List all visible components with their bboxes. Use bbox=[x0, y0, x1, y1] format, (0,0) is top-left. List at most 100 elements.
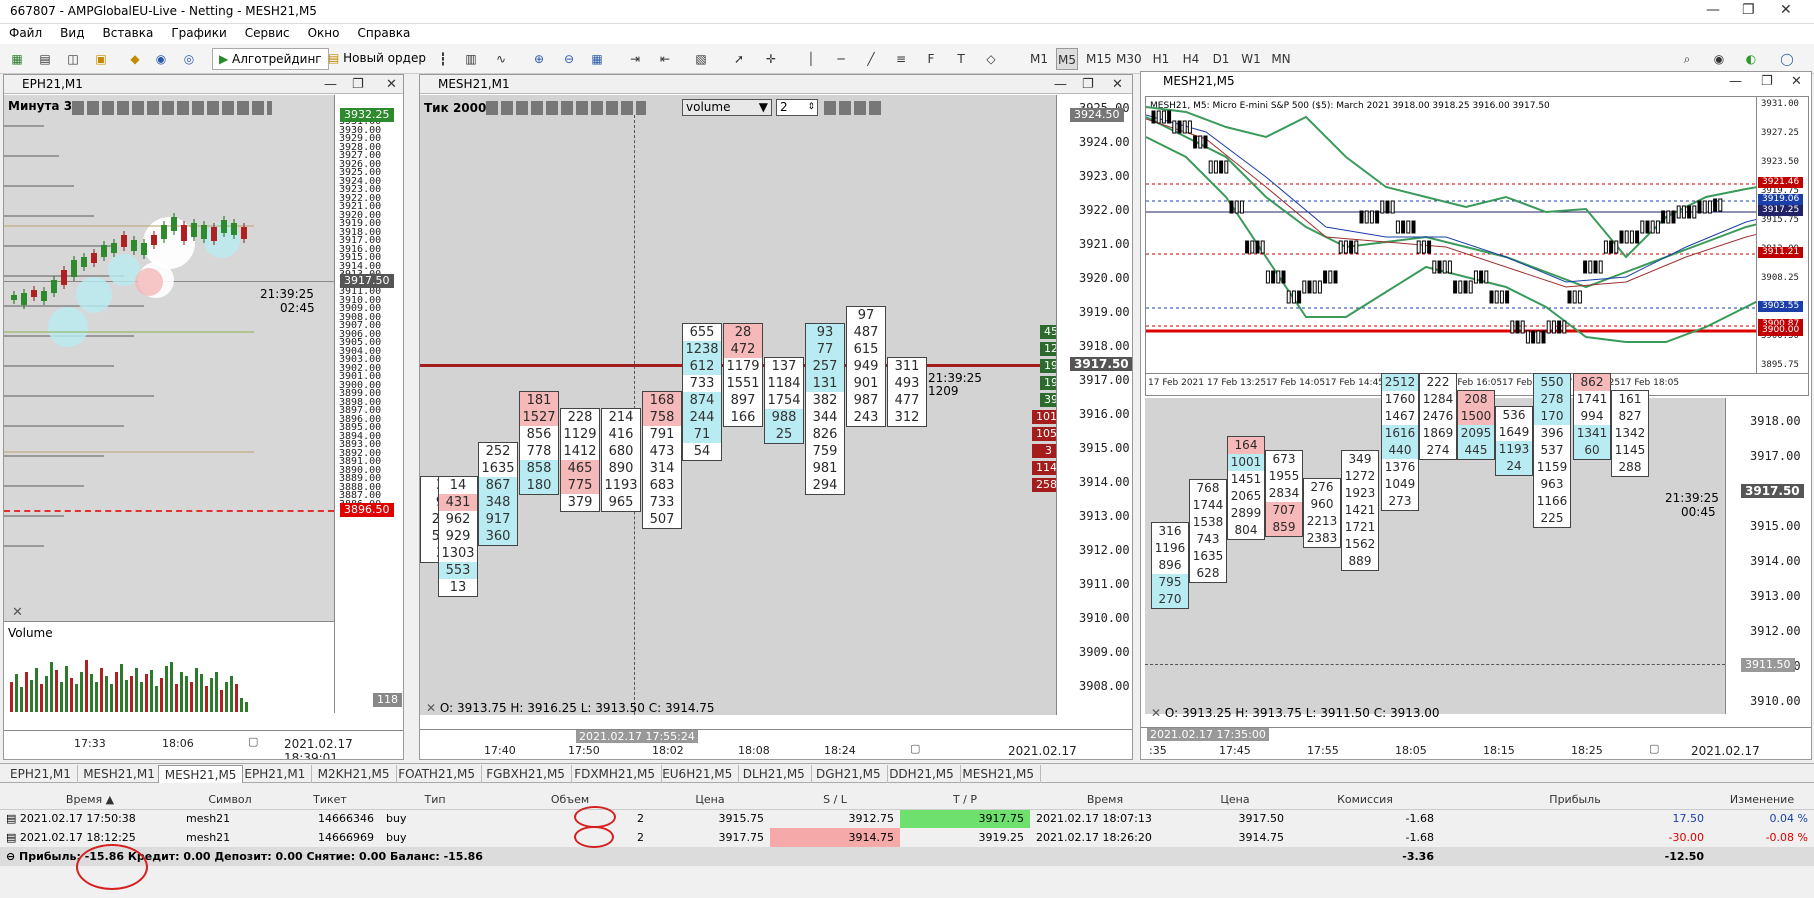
column-header[interactable]: Время ▲ bbox=[0, 790, 180, 810]
tools-icon[interactable]: ✕ bbox=[12, 605, 23, 620]
tf-h4[interactable]: H4 bbox=[1180, 48, 1202, 70]
close-icon[interactable]: ✕ bbox=[386, 75, 397, 94]
count-stepper[interactable]: 2 ⇕ bbox=[776, 99, 818, 116]
account-icon[interactable]: ◉ bbox=[1708, 48, 1730, 70]
menu-tools[interactable]: Сервис bbox=[236, 24, 299, 42]
chart-tab[interactable]: DGH21,M5 bbox=[810, 765, 888, 783]
column-header[interactable]: S / L bbox=[770, 790, 900, 810]
tools-icon[interactable]: ✕ bbox=[426, 701, 440, 715]
market-watch-icon[interactable]: ▣ bbox=[90, 48, 112, 70]
tf-m5[interactable]: M5 bbox=[1056, 48, 1078, 70]
checkbox-icon[interactable]: ▢ bbox=[910, 742, 920, 755]
profiles-icon[interactable]: ▤ bbox=[34, 48, 56, 70]
tf-m15[interactable]: M15 bbox=[1086, 48, 1112, 70]
restore-icon[interactable]: ❐ bbox=[352, 75, 364, 94]
minimize-icon[interactable]: — bbox=[1054, 75, 1067, 94]
menu-view[interactable]: Вид bbox=[51, 24, 93, 42]
checkbox-icon[interactable]: ▢ bbox=[248, 735, 258, 748]
column-header[interactable]: Тикет bbox=[280, 790, 380, 810]
tf-m1[interactable]: M1 bbox=[1028, 48, 1050, 70]
signals-icon[interactable]: ◎ bbox=[178, 48, 200, 70]
bar-chart-icon[interactable]: ┇ bbox=[432, 48, 454, 70]
chart-tab[interactable]: EPH21,M1 bbox=[4, 765, 78, 783]
column-header[interactable]: Тип bbox=[380, 790, 490, 810]
crosshair-icon[interactable]: ✛ bbox=[760, 48, 782, 70]
tf-m30[interactable]: M30 bbox=[1116, 48, 1142, 70]
minimize-icon[interactable]: — bbox=[324, 75, 337, 94]
tf-w1[interactable]: W1 bbox=[1240, 48, 1262, 70]
minimize-icon[interactable]: — bbox=[1706, 2, 1720, 18]
checkbox-icon[interactable]: ▢ bbox=[1649, 742, 1659, 755]
column-header[interactable]: Объем bbox=[490, 790, 650, 810]
menu-charts[interactable]: Графики bbox=[162, 24, 235, 42]
new-order-button[interactable]: ▤ Новый ордер bbox=[322, 48, 432, 70]
chart-tab[interactable]: DLH21,M5 bbox=[737, 765, 812, 783]
restore-icon[interactable]: ❐ bbox=[1082, 75, 1094, 94]
table-row[interactable]: ▤ 2021.02.17 18:12:25 mesh21 14666969 buy 2 3… bbox=[0, 828, 1814, 847]
column-header[interactable]: Изменение bbox=[1710, 790, 1814, 810]
line-chart-icon[interactable]: ∿ bbox=[490, 48, 512, 70]
column-header[interactable]: Прибыль bbox=[1440, 790, 1710, 810]
menu-insert[interactable]: Вставка bbox=[93, 24, 162, 42]
chart-tab[interactable]: MESH21,M1 bbox=[77, 765, 162, 783]
autoscroll-icon[interactable]: ⇥ bbox=[624, 48, 646, 70]
zoom-in-icon[interactable]: ⊕ bbox=[528, 48, 550, 70]
chart-tab[interactable]: FGBXH21,M5 bbox=[480, 765, 572, 783]
maximize-icon[interactable]: ❐ bbox=[1742, 2, 1755, 18]
cursor-icon[interactable]: ➚ bbox=[728, 48, 750, 70]
menu-help[interactable]: Справка bbox=[349, 24, 420, 42]
candles-icon[interactable]: ▥ bbox=[460, 48, 482, 70]
tools-icon[interactable]: ✕ bbox=[1151, 706, 1165, 720]
chart-tab[interactable]: M2KH21,M5 bbox=[312, 765, 397, 783]
zoom-out-icon[interactable]: ⊖ bbox=[558, 48, 580, 70]
column-header[interactable]: T / P bbox=[900, 790, 1030, 810]
column-header[interactable]: Цена bbox=[650, 790, 770, 810]
close-icon[interactable]: ✕ bbox=[1791, 72, 1802, 91]
tf-h1[interactable]: H1 bbox=[1150, 48, 1172, 70]
templates-icon[interactable]: ◫ bbox=[62, 48, 84, 70]
minimize-icon[interactable]: — bbox=[1729, 72, 1742, 91]
menu-file[interactable]: Файл bbox=[0, 24, 51, 42]
navigator-icon[interactable]: ◉ bbox=[150, 48, 172, 70]
signal-icon[interactable]: ◯ bbox=[1776, 48, 1798, 70]
shapes-icon[interactable]: ◇ bbox=[980, 48, 1002, 70]
column-header[interactable]: Комиссия bbox=[1290, 790, 1440, 810]
algo-trading-button[interactable]: ▶ Алготрейдинг bbox=[212, 48, 329, 70]
channel-icon[interactable]: ≡ bbox=[890, 48, 912, 70]
data-window-icon[interactable]: ◆ bbox=[124, 48, 146, 70]
chart-tab[interactable]: MESH21,M5 bbox=[157, 765, 244, 783]
chart-tab[interactable]: FDXMH21,M5 bbox=[568, 765, 662, 783]
table-row[interactable]: ▤ 2021.02.17 17:50:38 mesh21 14666346 buy 2 3… bbox=[0, 809, 1814, 828]
search-icon[interactable]: ⌕ bbox=[1676, 48, 1698, 70]
chart-tab[interactable]: DDH21,M5 bbox=[883, 765, 961, 783]
horizontal-line-icon[interactable]: ─ bbox=[830, 48, 852, 70]
fibo-icon[interactable]: F bbox=[920, 48, 942, 70]
column-header[interactable]: Цена bbox=[1180, 790, 1290, 810]
lvl-icon[interactable]: ◐ bbox=[1740, 48, 1762, 70]
close-icon[interactable]: ✕ bbox=[1112, 75, 1123, 94]
tile-icon[interactable]: ▦ bbox=[586, 48, 608, 70]
close-icon[interactable]: ✕ bbox=[1780, 2, 1792, 18]
cluster-cell: 768 bbox=[1196, 481, 1220, 495]
collapse-icon[interactable]: ⊖ bbox=[6, 850, 19, 863]
vertical-line-icon[interactable]: │ bbox=[800, 48, 822, 70]
column-header[interactable]: Время bbox=[1030, 790, 1180, 810]
chart-shift-icon[interactable]: ⇤ bbox=[654, 48, 676, 70]
text-icon[interactable]: T bbox=[950, 48, 972, 70]
embedded-chart[interactable]: MESH21, M5: Micro E-mini S&P 500 ($5): M… bbox=[1145, 96, 1809, 396]
trendline-icon[interactable]: ╱ bbox=[860, 48, 882, 70]
indicators-icon[interactable]: ▧ bbox=[690, 48, 712, 70]
volume-select[interactable]: volume ▼ bbox=[682, 99, 772, 116]
column-header[interactable]: Символ bbox=[180, 790, 280, 810]
chart-tab[interactable]: EPH21,M1 bbox=[238, 765, 313, 783]
tf-d1[interactable]: D1 bbox=[1210, 48, 1232, 70]
menu-window[interactable]: Окно bbox=[299, 24, 349, 42]
tf-mn[interactable]: MN bbox=[1270, 48, 1292, 70]
chart-toolbar-icons[interactable] bbox=[486, 101, 646, 115]
chart-tab[interactable]: FOATH21,M5 bbox=[392, 765, 483, 783]
chart-tab[interactable]: MESH21,M5 bbox=[956, 765, 1042, 783]
new-chart-icon[interactable]: ▦ bbox=[6, 48, 28, 70]
chart-toolbar-icons-2[interactable] bbox=[824, 101, 884, 115]
chart-tab[interactable]: EU6H21,M5 bbox=[656, 765, 740, 783]
restore-icon[interactable]: ❐ bbox=[1761, 72, 1773, 91]
